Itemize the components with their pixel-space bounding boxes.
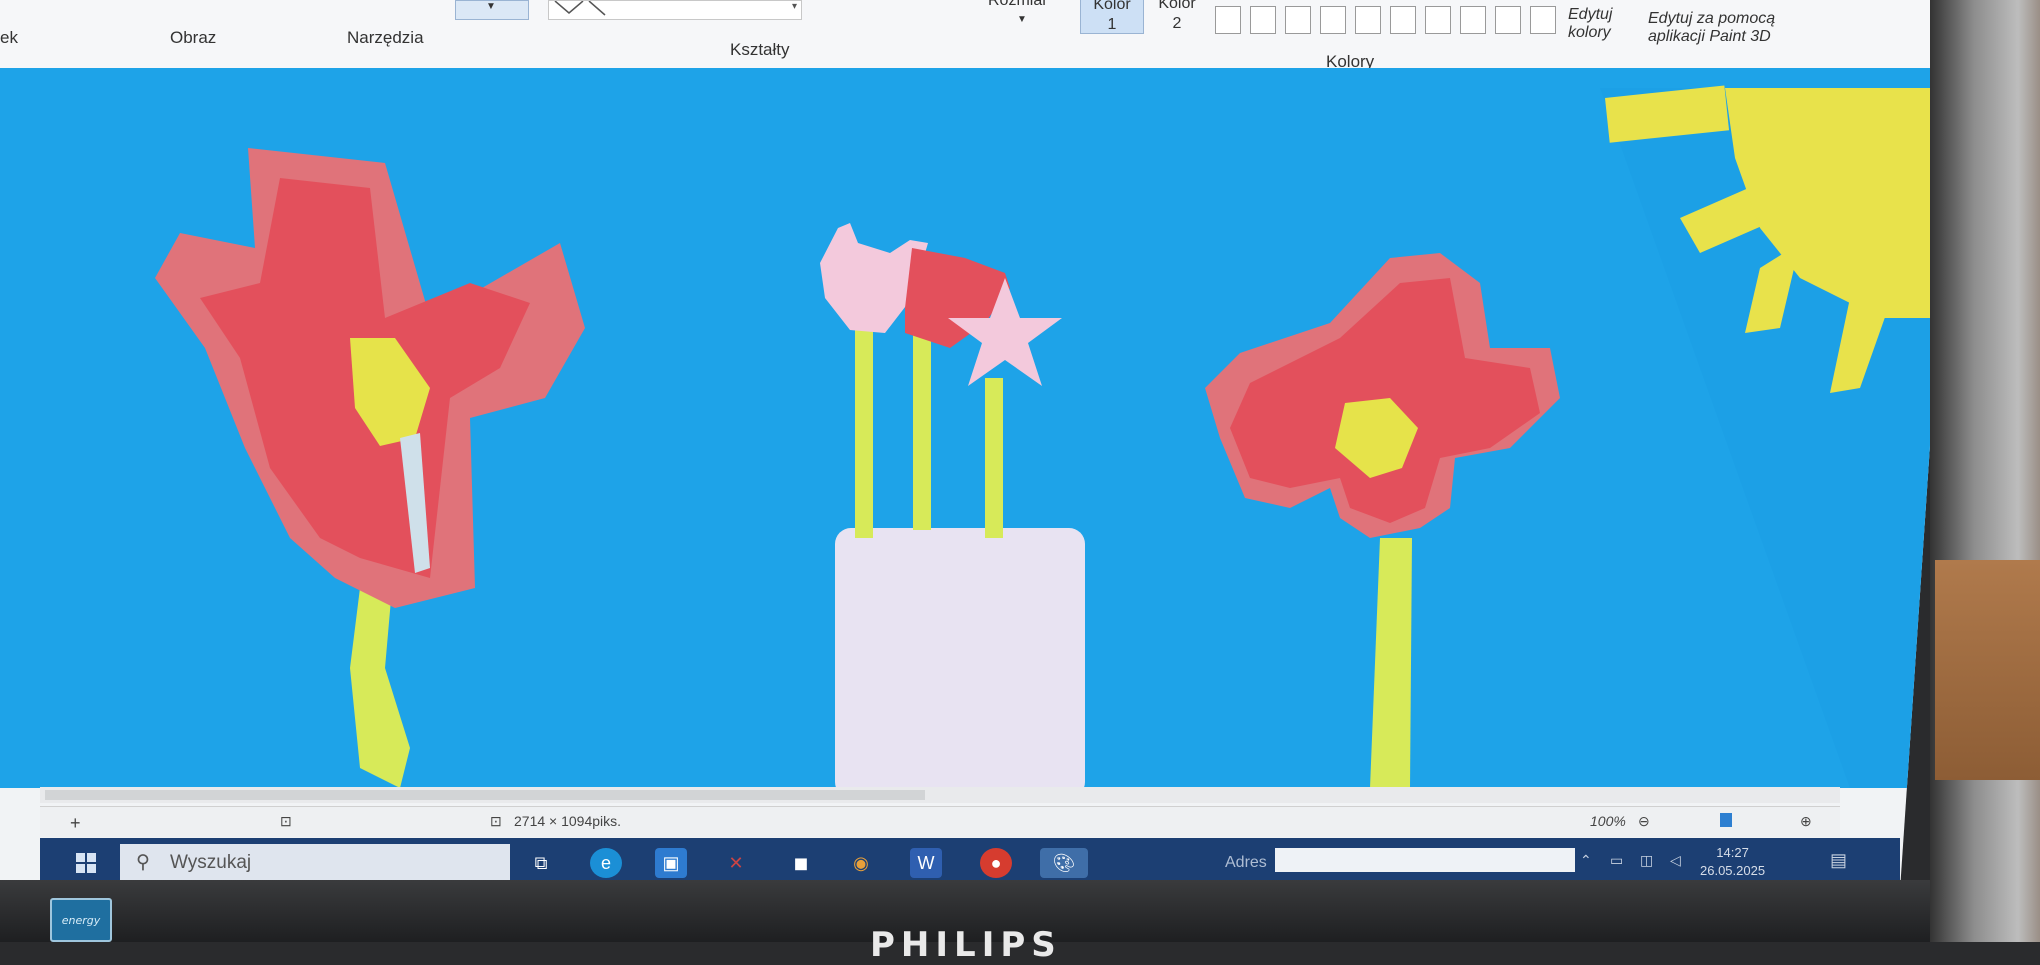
palette-swatch[interactable] (1495, 6, 1521, 34)
app-red-icon[interactable]: ✕ (720, 848, 752, 878)
gallery-scroll-icon: ▾ (791, 1, 797, 12)
address-label: Adres (1225, 854, 1267, 871)
ribbon-group-obraz[interactable]: Obraz (170, 28, 216, 48)
cursor-position-icon: + (70, 813, 81, 833)
horizontal-scrollbar[interactable] (40, 787, 1840, 803)
status-bar: + ⊡ ⊡ 2714 × 1094piks. 100% ⊖ ⊕ (40, 806, 1840, 837)
palette-swatch[interactable] (1215, 6, 1241, 34)
palette-swatch[interactable] (1285, 6, 1311, 34)
stem-1 (855, 328, 873, 538)
chrome-icon[interactable]: ● (980, 848, 1012, 878)
search-icon: ⚲ (136, 852, 150, 873)
palette-swatch[interactable] (1250, 6, 1276, 34)
vase (835, 528, 1085, 788)
taskbar-search[interactable]: ⚲ Wyszukaj (120, 844, 510, 882)
paint-ribbon: ek Obraz Narzędzia ▼ ▾ Kształty Rozmiar … (0, 0, 1960, 71)
size-chevron-icon: ▼ (1017, 14, 1027, 25)
edge-browser-icon[interactable]: e (590, 848, 622, 878)
volume-icon[interactable]: ◫ (1640, 852, 1653, 869)
word-icon[interactable]: W (910, 848, 942, 878)
network-icon[interactable]: ▭ (1610, 852, 1623, 869)
address-input[interactable] (1275, 848, 1575, 872)
color1-label: Kolor (1093, 0, 1131, 13)
edit-colors-line1: Edytuj (1568, 6, 1613, 23)
monitor-brand-logo: PHILIPS (870, 925, 1062, 965)
drawing-canvas[interactable] (0, 68, 1940, 788)
canvas-workspace (0, 68, 1960, 788)
paint3d-line1: Edytuj za pomocą (1648, 10, 1776, 27)
monitor-bezel: PHILIPS (0, 880, 2040, 965)
background-box (1935, 560, 2040, 780)
chevron-down-icon: ▼ (486, 1, 496, 12)
edit-paint3d-button[interactable]: Edytuj za pomocą aplikacji Paint 3D (1648, 10, 1775, 46)
taskbar-clock[interactable]: 14:27 26.05.2025 (1700, 844, 1765, 880)
color1-number: 1 (1107, 16, 1117, 33)
color2-button[interactable]: Kolor 2 (1146, 0, 1208, 32)
monitor-screen: ek Obraz Narzędzia ▼ ▾ Kształty Rozmiar … (0, 0, 1960, 890)
zoom-out-icon[interactable]: ⊖ (1638, 813, 1650, 830)
palette-swatch[interactable] (1530, 6, 1556, 34)
zoom-in-icon[interactable]: ⊕ (1800, 813, 1812, 830)
color1-button[interactable]: Kolor 1 (1080, 0, 1144, 34)
ribbon-group-narzedzia[interactable]: Narzędzia (347, 28, 424, 48)
palette-swatch[interactable] (1320, 6, 1346, 34)
stem-2 (913, 330, 931, 530)
edit-colors-button[interactable]: Edytuj kolory (1568, 6, 1612, 42)
color2-number: 2 (1172, 15, 1182, 32)
canvas-size-icon: ⊡ (490, 813, 502, 829)
heart-shape-icon (554, 1, 606, 16)
background-wall (1930, 0, 2040, 942)
tray-chevron-icon[interactable]: ⌃ (1580, 852, 1592, 869)
palette-swatch[interactable] (1390, 6, 1416, 34)
windows-start-icon[interactable] (70, 848, 102, 878)
palette-swatch[interactable] (1460, 6, 1486, 34)
edit-colors-line2: kolory (1568, 24, 1611, 41)
ribbon-group-partial: ek (0, 28, 18, 47)
paint-icon[interactable]: 🎨︎ (1040, 848, 1088, 878)
palette-swatch[interactable] (1355, 6, 1381, 34)
app-square-icon[interactable]: ◼ (785, 848, 817, 878)
selection-size-icon: ⊡ (280, 813, 292, 829)
color2-label: Kolor (1158, 0, 1196, 12)
speaker-icon[interactable]: ◁ (1670, 852, 1681, 869)
scrollbar-thumb[interactable] (45, 790, 925, 800)
zoom-slider-thumb[interactable] (1720, 813, 1732, 827)
paint3d-line2: aplikacji Paint 3D (1648, 28, 1771, 45)
canvas-dimensions: 2714 × 1094piks. (514, 813, 622, 829)
store-icon[interactable]: ▣ (655, 848, 687, 878)
palette-swatch[interactable] (1425, 6, 1451, 34)
zoom-level: 100% (1590, 813, 1626, 829)
size-label[interactable]: Rozmiar (988, 0, 1048, 10)
search-placeholder: Wyszukaj (170, 852, 252, 873)
shapes-gallery[interactable]: ▾ (548, 0, 802, 20)
clock-time: 14:27 (1716, 845, 1749, 860)
energy-star-logo: energy (50, 898, 112, 942)
shape-dropdown-button[interactable]: ▼ (455, 0, 529, 20)
stem-3 (985, 378, 1003, 538)
clock-date: 26.05.2025 (1700, 863, 1766, 878)
ribbon-group-ksztalty: Kształty (730, 40, 790, 59)
task-view-icon[interactable]: ⧉ (525, 848, 557, 878)
notifications-icon[interactable]: ▤ (1830, 850, 1847, 871)
blender-icon[interactable]: ◉ (845, 848, 877, 878)
